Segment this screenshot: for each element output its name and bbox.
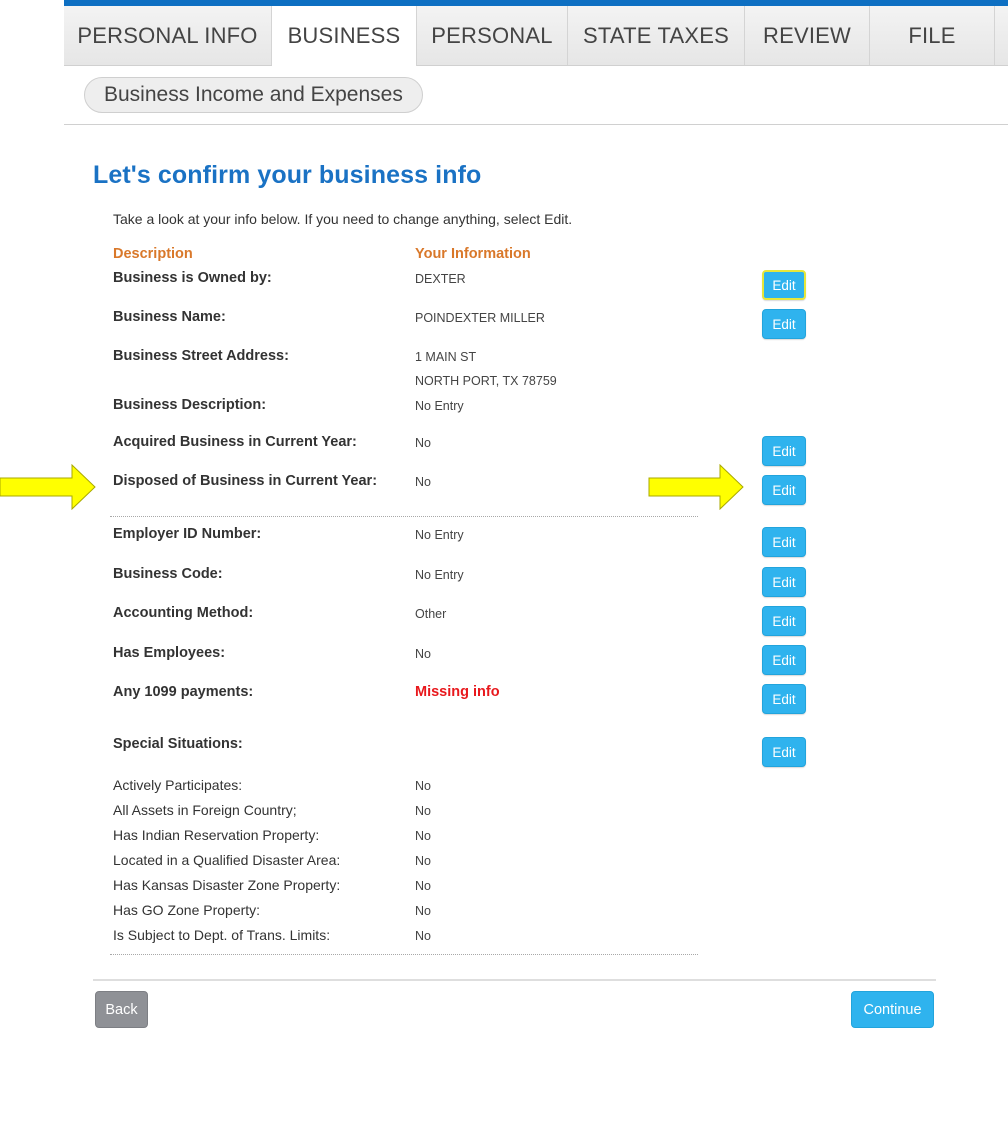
- intro-text: Take a look at your info below. If you n…: [113, 211, 573, 227]
- description-column-header: Description: [113, 246, 193, 262]
- edit-payments-1099-button[interactable]: Edit: [762, 684, 806, 714]
- special-situation-label: Is Subject to Dept. of Trans. Limits:: [113, 927, 331, 943]
- edit-employer-id-button[interactable]: Edit: [762, 527, 806, 557]
- special-situation-value: No: [415, 804, 431, 818]
- arrow-right-icon: [648, 464, 744, 510]
- edit-acquired-business-button[interactable]: Edit: [762, 436, 806, 466]
- payments-1099-label: Any 1099 payments:: [113, 684, 254, 700]
- special-situation-value: No: [415, 854, 431, 868]
- business-code-label: Business Code:: [113, 566, 223, 582]
- edit-business-name-button[interactable]: Edit: [762, 309, 806, 339]
- street-address-line2: NORTH PORT, TX 78759: [415, 374, 557, 388]
- footer-divider: [93, 979, 936, 981]
- special-situation-label: Has Kansas Disaster Zone Property:: [113, 877, 341, 893]
- edit-disposed-business-button[interactable]: Edit: [762, 475, 806, 505]
- tab-state-taxes[interactable]: STATE TAXES: [568, 6, 745, 65]
- sub-navigation: Business Income and Expenses: [64, 66, 1008, 125]
- accounting-method-label: Accounting Method:: [113, 605, 254, 621]
- main-tabs: PERSONAL INFO BUSINESS PERSONAL STATE TA…: [64, 6, 1008, 66]
- special-situation-label: Has Indian Reservation Property:: [113, 827, 320, 843]
- back-button[interactable]: Back: [95, 991, 148, 1028]
- arrow-right-icon: [0, 464, 96, 510]
- subnav-business-income-expenses[interactable]: Business Income and Expenses: [84, 77, 423, 113]
- business-description-label: Business Description:: [113, 397, 267, 413]
- payments-1099-missing-value: Missing info: [415, 684, 500, 700]
- owned-by-label: Business is Owned by:: [113, 270, 272, 286]
- your-information-column-header: Your Information: [415, 246, 531, 262]
- edit-special-situations-button[interactable]: Edit: [762, 737, 806, 767]
- tab-personal[interactable]: PERSONAL: [417, 6, 568, 65]
- tab-review[interactable]: REVIEW: [745, 6, 870, 65]
- acquired-business-value: No: [415, 436, 431, 450]
- business-code-value: No Entry: [415, 568, 464, 582]
- special-situation-label: Actively Participates:: [113, 777, 243, 793]
- tab-personal-info[interactable]: PERSONAL INFO: [64, 6, 272, 65]
- special-situation-value: No: [415, 929, 431, 943]
- special-situation-value: No: [415, 904, 431, 918]
- edit-business-code-button[interactable]: Edit: [762, 567, 806, 597]
- business-name-value: POINDEXTER MILLER: [415, 311, 545, 325]
- business-name-label: Business Name:: [113, 309, 226, 325]
- special-situation-label: Located in a Qualified Disaster Area:: [113, 852, 341, 868]
- has-employees-value: No: [415, 647, 431, 661]
- special-situation-value: No: [415, 779, 431, 793]
- street-address-line1: 1 MAIN ST: [415, 350, 477, 364]
- section-divider: [110, 954, 698, 955]
- disposed-business-value: No: [415, 475, 431, 489]
- accounting-method-value: Other: [415, 607, 447, 621]
- edit-has-employees-button[interactable]: Edit: [762, 645, 806, 675]
- tab-file[interactable]: FILE: [870, 6, 995, 65]
- continue-button[interactable]: Continue: [851, 991, 934, 1028]
- special-situation-label: Has GO Zone Property:: [113, 902, 261, 918]
- disposed-business-label: Disposed of Business in Current Year:: [113, 473, 378, 489]
- employer-id-label: Employer ID Number:: [113, 526, 262, 542]
- tab-business[interactable]: BUSINESS: [272, 6, 417, 66]
- tab-overflow[interactable]: [995, 6, 1008, 65]
- street-address-label: Business Street Address:: [113, 348, 289, 364]
- section-divider: [110, 516, 698, 517]
- special-situation-value: No: [415, 829, 431, 843]
- special-situation-label: All Assets in Foreign Country;: [113, 802, 297, 818]
- special-situations-label: Special Situations:: [113, 736, 243, 752]
- employer-id-value: No Entry: [415, 528, 464, 542]
- has-employees-label: Has Employees:: [113, 645, 226, 661]
- business-description-value: No Entry: [415, 399, 464, 413]
- edit-owned-by-button[interactable]: Edit: [762, 270, 806, 300]
- owned-by-value: DEXTER: [415, 272, 466, 286]
- page-title: Let's confirm your business info: [93, 161, 482, 189]
- acquired-business-label: Acquired Business in Current Year:: [113, 434, 357, 450]
- special-situation-value: No: [415, 879, 431, 893]
- edit-accounting-method-button[interactable]: Edit: [762, 606, 806, 636]
